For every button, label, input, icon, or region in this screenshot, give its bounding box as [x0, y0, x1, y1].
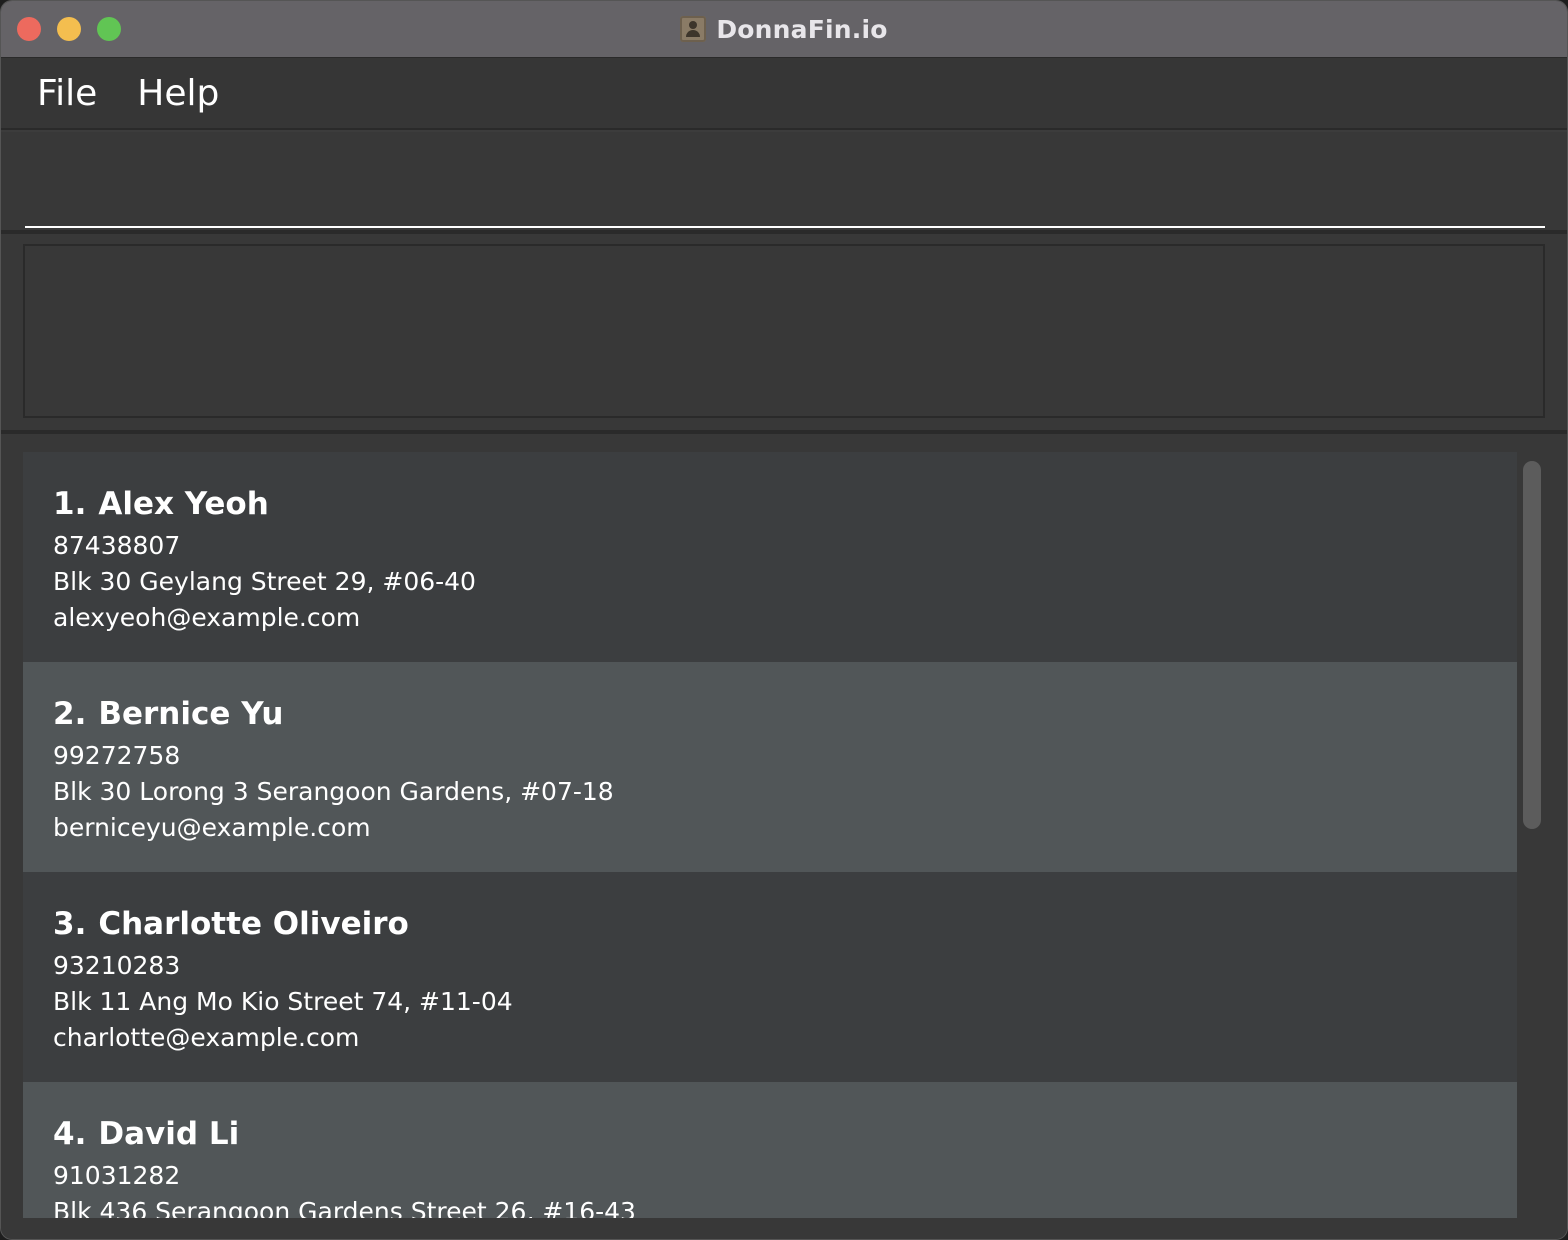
person-email: charlotte@example.com [53, 1023, 360, 1052]
command-input[interactable] [25, 152, 1545, 228]
person-list-panel: 1. Alex Yeoh 87438807 Blk 30 Geylang Stre… [1, 434, 1567, 1239]
person-name: Alex Yeoh [98, 486, 269, 522]
person-phone: 87438807 [53, 531, 181, 560]
person-name: David Li [98, 1116, 240, 1152]
person-name-row: 4. David Li [53, 1112, 1487, 1156]
person-phone: 91031282 [53, 1161, 181, 1190]
app-window: DonnaFin.io File Help 1. Alex Yeoh 874388… [0, 0, 1568, 1240]
list-scrollbar[interactable] [1517, 452, 1547, 1218]
person-email: berniceyu@example.com [53, 813, 371, 842]
menu-file[interactable]: File [37, 73, 97, 114]
person-index: 2. [53, 696, 87, 732]
person-index: 1. [53, 486, 87, 522]
window-title-group: DonnaFin.io [1, 1, 1567, 57]
person-email: alexyeoh@example.com [53, 603, 361, 632]
person-list[interactable]: 1. Alex Yeoh 87438807 Blk 30 Geylang Stre… [23, 452, 1517, 1218]
person-address: Blk 30 Lorong 3 Serangoon Gardens, #07-1… [53, 777, 614, 806]
person-card[interactable]: 3. Charlotte Oliveiro 93210283 Blk 11 Ang… [23, 872, 1517, 1082]
person-name: Bernice Yu [98, 696, 284, 732]
menu-bar: File Help [1, 58, 1567, 130]
title-bar[interactable]: DonnaFin.io [1, 1, 1567, 58]
person-card[interactable]: 2. Bernice Yu 99272758 Blk 30 Lorong 3 Se… [23, 662, 1517, 872]
result-display [23, 244, 1545, 418]
result-display-area [1, 234, 1567, 434]
person-address: Blk 30 Geylang Street 29, #06-40 [53, 567, 476, 596]
person-card[interactable]: 1. Alex Yeoh 87438807 Blk 30 Geylang Stre… [23, 452, 1517, 662]
person-name-row: 2. Bernice Yu [53, 692, 1487, 736]
person-phone: 99272758 [53, 741, 181, 770]
list-scrollbar-thumb[interactable] [1523, 461, 1541, 829]
address-book-icon [680, 16, 707, 42]
person-card[interactable]: 4. David Li 91031282 Blk 436 Serangoon Ga… [23, 1082, 1517, 1218]
person-index: 3. [53, 906, 87, 942]
person-name-row: 1. Alex Yeoh [53, 482, 1487, 526]
person-index: 4. [53, 1116, 87, 1152]
person-name-row: 3. Charlotte Oliveiro [53, 902, 1487, 946]
person-address: Blk 11 Ang Mo Kio Street 74, #11-04 [53, 987, 513, 1016]
person-phone: 93210283 [53, 951, 181, 980]
person-name: Charlotte Oliveiro [98, 906, 409, 942]
person-address: Blk 436 Serangoon Gardens Street 26, #16… [53, 1197, 636, 1218]
window-title: DonnaFin.io [716, 14, 888, 44]
menu-help[interactable]: Help [137, 73, 219, 114]
command-box [1, 132, 1567, 234]
